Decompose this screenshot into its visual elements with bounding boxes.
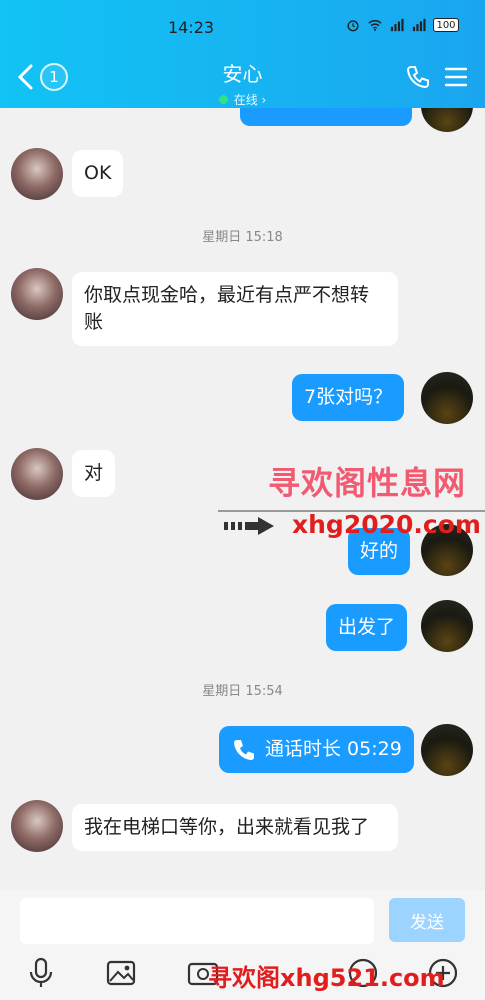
- signal-icon: [390, 18, 404, 32]
- message-bubble-partial: [240, 108, 412, 126]
- watermark-url: xhg2020.com: [292, 510, 481, 539]
- message-bubble[interactable]: OK: [72, 150, 124, 197]
- send-button[interactable]: 发送: [389, 898, 465, 942]
- message-bubble[interactable]: 7张对吗？: [292, 374, 405, 421]
- status-bar: 14:23 100: [0, 0, 485, 52]
- watermark-bottom: 寻欢阁xhg521.com: [208, 964, 445, 992]
- phone-call-icon: [234, 739, 254, 760]
- contact-avatar-self[interactable]: [421, 108, 473, 132]
- menu-icon[interactable]: [445, 67, 467, 87]
- online-dot-icon: [218, 95, 228, 104]
- message-bubble[interactable]: 你取点现金哈，最近有点严不想转账: [72, 272, 398, 346]
- battery-indicator: 100: [433, 18, 459, 32]
- alarm-icon: [347, 20, 359, 32]
- contact-avatar[interactable]: [11, 800, 63, 852]
- wifi-icon: [368, 20, 382, 31]
- timestamp: 星期日 15:18: [202, 230, 283, 245]
- image-icon[interactable]: [104, 956, 138, 990]
- presence-status[interactable]: 在线 ›: [218, 91, 267, 108]
- contact-avatar[interactable]: [11, 448, 63, 500]
- watermark-text: 寻欢阁性息网: [268, 464, 467, 502]
- contact-avatar[interactable]: [11, 268, 63, 320]
- status-time: 14:23: [168, 18, 215, 37]
- call-record-bubble[interactable]: 通话时长 05:29: [219, 726, 414, 773]
- signal-icon-2: [412, 18, 426, 32]
- contact-avatar[interactable]: [11, 148, 63, 200]
- presence-label: 在线 ›: [233, 93, 267, 107]
- call-duration: 通话时长 05:29: [265, 738, 402, 760]
- arrow-right-icon: [224, 517, 274, 535]
- phone-icon[interactable]: [405, 64, 431, 90]
- self-avatar[interactable]: [421, 372, 473, 424]
- timestamp: 星期日 15:54: [202, 684, 283, 699]
- message-input[interactable]: [20, 898, 374, 944]
- message-bubble[interactable]: 出发了: [326, 604, 408, 651]
- message-bubble[interactable]: 对: [72, 450, 116, 497]
- self-avatar[interactable]: [421, 600, 473, 652]
- status-icons: 100: [345, 18, 459, 32]
- self-avatar[interactable]: [421, 724, 473, 776]
- microphone-icon[interactable]: [24, 956, 58, 990]
- chat-header: 14:23 100 1 安心 在线 ›: [0, 0, 485, 108]
- message-bubble[interactable]: 我在电梯口等你，出来就看见我了: [72, 804, 398, 851]
